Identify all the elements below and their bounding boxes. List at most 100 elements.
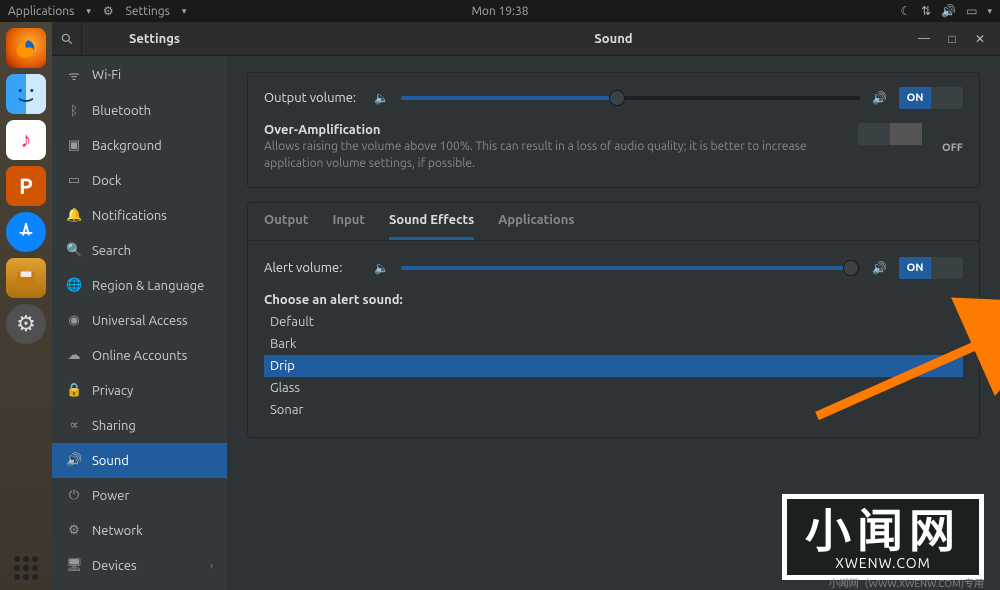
sidebar-item-background[interactable]: ▣Background <box>52 128 227 163</box>
appmenu-label[interactable]: Settings <box>126 5 170 18</box>
dock-apps-grid[interactable] <box>14 556 38 580</box>
sidebar-item-notifications[interactable]: 🔔 Notifications <box>52 198 227 233</box>
settings-window: Settings Sound — □ ✕ ᯤ Wi-Fi ᛒBluetooth▣Ba… <box>52 22 1000 590</box>
sidebar-item-universal[interactable]: ◉ Universal Access <box>52 303 227 338</box>
sidebar-item-label: Sound <box>92 454 129 468</box>
notifications-icon: 🔔 <box>66 208 82 223</box>
watermark-en: XWENW.COM <box>805 555 961 571</box>
devices-icon: 🖥 <box>66 558 82 573</box>
dock-item-appstore[interactable] <box>6 212 46 252</box>
network-indicator-icon[interactable]: ⇅ <box>921 4 931 18</box>
toggle-on-label <box>858 123 890 145</box>
sidebar-item-power[interactable]: ⏻Power <box>52 478 227 513</box>
over-amp-desc: Allows raising the volume above 100%. Th… <box>264 139 844 173</box>
dock-item-music[interactable]: ♪ <box>6 120 46 160</box>
speaker-high-icon: 🔊 <box>872 91 887 105</box>
speaker-high-icon: 🔊 <box>872 261 887 275</box>
sidebar-item-label: Notifications <box>92 209 167 223</box>
applications-menu[interactable]: Applications <box>8 5 74 18</box>
toggle-on-label: ON <box>899 87 931 109</box>
sidebar-item-online[interactable]: ☁Online Accounts <box>52 338 227 373</box>
tab-output[interactable]: Output <box>264 213 308 240</box>
sidebar-item-label: Region & Language <box>92 279 204 293</box>
watermark-cn: 小闻网 <box>805 507 961 553</box>
window-close-button[interactable]: ✕ <box>966 28 994 50</box>
alert-sound-glass[interactable]: Glass <box>264 377 963 399</box>
sidebar-item-bluetooth[interactable]: ᛒBluetooth <box>52 94 227 128</box>
sidebar-item-region[interactable]: 🌐 Region & Language <box>52 268 227 303</box>
over-amp-toggle[interactable] <box>858 123 922 145</box>
network-icon: ⚙ <box>66 523 82 538</box>
sharing-icon: ∝ <box>66 418 82 433</box>
night-icon[interactable]: ☾ <box>900 4 911 18</box>
search-icon <box>60 32 74 46</box>
sidebar-item-sound[interactable]: 🔊 Sound <box>52 443 227 478</box>
alert-volume-slider[interactable] <box>401 266 860 270</box>
page-title: Sound <box>594 32 632 46</box>
topbar-chevron-icon: ▾ <box>182 6 187 17</box>
sidebar-item-privacy[interactable]: 🔒 Privacy <box>52 373 227 408</box>
alert-sound-default[interactable]: Default <box>264 311 963 333</box>
sidebar-item-devices[interactable]: 🖥Devices› <box>52 548 227 583</box>
bluetooth-icon: ᛒ <box>66 104 82 118</box>
universal-icon: ◉ <box>66 313 82 328</box>
alert-sound-sonar[interactable]: Sonar <box>264 399 963 421</box>
search-button[interactable] <box>52 22 82 56</box>
sound-icon: 🔊 <box>66 453 82 468</box>
tab-input[interactable]: Input <box>332 213 365 240</box>
alert-volume-toggle[interactable]: ON <box>899 257 963 279</box>
power-icon: ⏻ <box>66 488 82 503</box>
sidebar-title: Settings <box>82 32 227 46</box>
battery-indicator-icon[interactable]: ▭ <box>966 4 977 18</box>
toggle-on-label: ON <box>899 257 931 279</box>
clock[interactable]: Mon 19:38 <box>471 5 528 18</box>
region-icon: 🌐 <box>66 278 82 293</box>
sidebar-item-label: Universal Access <box>92 314 187 328</box>
settings-sidebar: ᯤ Wi-Fi ᛒBluetooth▣Background▭Dock 🔔 Notific… <box>52 56 227 590</box>
toggle-off-label <box>890 123 922 145</box>
search-icon: 🔍 <box>66 243 82 258</box>
sidebar-item-dock[interactable]: ▭Dock <box>52 163 227 198</box>
sidebar-item-sharing[interactable]: ∝Sharing <box>52 408 227 443</box>
slider-thumb[interactable] <box>843 260 859 276</box>
output-volume-label: Output volume: <box>264 91 362 105</box>
volume-indicator-icon[interactable]: 🔊 <box>941 4 956 18</box>
dock-item-finder[interactable] <box>6 74 46 114</box>
tab-sound-effects[interactable]: Sound Effects <box>389 213 474 240</box>
sidebar-item-label: Privacy <box>92 384 133 398</box>
speaker-low-icon: 🔈 <box>374 261 389 275</box>
alert-sound-drip[interactable]: Drip <box>264 355 963 377</box>
window-maximize-button[interactable]: □ <box>938 28 966 50</box>
sidebar-item-label: Network <box>92 524 143 538</box>
tab-applications[interactable]: Applications <box>498 213 574 240</box>
settings-main: Output volume: 🔈 🔊 ON <box>227 56 1000 590</box>
dock-item-disk[interactable] <box>6 258 46 298</box>
sidebar-item-wifi[interactable]: ᯤ Wi-Fi <box>52 56 227 94</box>
toggle-off-label <box>931 87 963 109</box>
dock-item-settings[interactable]: ⚙ <box>6 304 46 344</box>
privacy-icon: 🔒 <box>66 383 82 398</box>
window-minimize-button[interactable]: — <box>910 28 938 50</box>
dock-item-firefox[interactable] <box>6 28 46 68</box>
sidebar-item-network[interactable]: ⚙ Network <box>52 513 227 548</box>
alert-sound-bark[interactable]: Bark <box>264 333 963 355</box>
slider-thumb[interactable] <box>609 90 625 106</box>
sidebar-item-label: Background <box>92 139 162 153</box>
speaker-low-icon: 🔈 <box>374 91 389 105</box>
output-volume-toggle[interactable]: ON <box>899 87 963 109</box>
watermark-footer: 小闻网（WWW.XWENW.COM)专用 <box>829 575 984 590</box>
alert-volume-label: Alert volume: <box>264 261 362 275</box>
toggle-off-label <box>931 257 963 279</box>
output-volume-slider[interactable] <box>401 96 860 100</box>
wifi-icon: ᯤ <box>66 66 82 84</box>
sound-tabs: Output Input Sound Effects Applications <box>248 203 979 241</box>
sidebar-item-label: Search <box>92 244 131 258</box>
watermark: 小闻网 XWENW.COM <box>782 494 984 580</box>
dock-item-presentation[interactable]: P <box>6 166 46 206</box>
chevron-right-icon: › <box>210 560 213 571</box>
alert-sound-list: DefaultBarkDripGlassSonar <box>264 311 963 421</box>
power-menu-chevron-icon[interactable]: ▾ <box>987 6 992 17</box>
system-topbar: Applications ▾ ⚙ Settings ▾ Mon 19:38 ☾ … <box>0 0 1000 22</box>
sidebar-item-search[interactable]: 🔍 Search <box>52 233 227 268</box>
sidebar-item-label: Wi-Fi <box>92 68 121 82</box>
